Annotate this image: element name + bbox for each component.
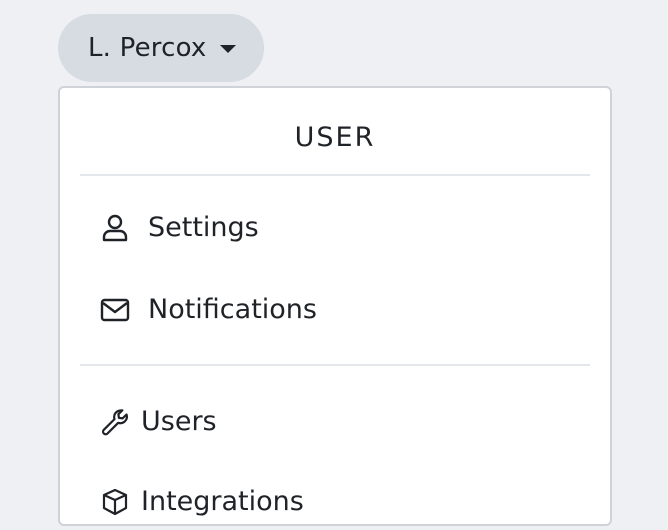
user-menu-toggle[interactable]: L. Percox [58,14,264,82]
user-name: L. Percox [88,33,207,63]
wrench-icon [100,407,130,437]
menu-item-users[interactable]: Users [60,394,610,450]
menu-item-label: Integrations [141,485,304,517]
divider [80,364,590,366]
menu-item-integrations[interactable]: Integrations [60,474,610,530]
user-dropdown-menu: USER Settings Notifications Users Integr… [58,86,612,526]
dropdown-header: USER [294,122,376,153]
menu-item-label: Users [141,405,217,437]
menu-item-notifications[interactable]: Notifications [60,282,610,338]
caret-down-icon [220,45,236,53]
menu-item-settings[interactable]: Settings [60,200,610,256]
menu-item-label: Settings [148,211,259,243]
box-icon [100,487,130,517]
menu-item-label: Notifications [148,293,317,325]
user-icon [100,213,130,243]
divider [80,174,590,176]
envelope-icon [100,295,130,325]
